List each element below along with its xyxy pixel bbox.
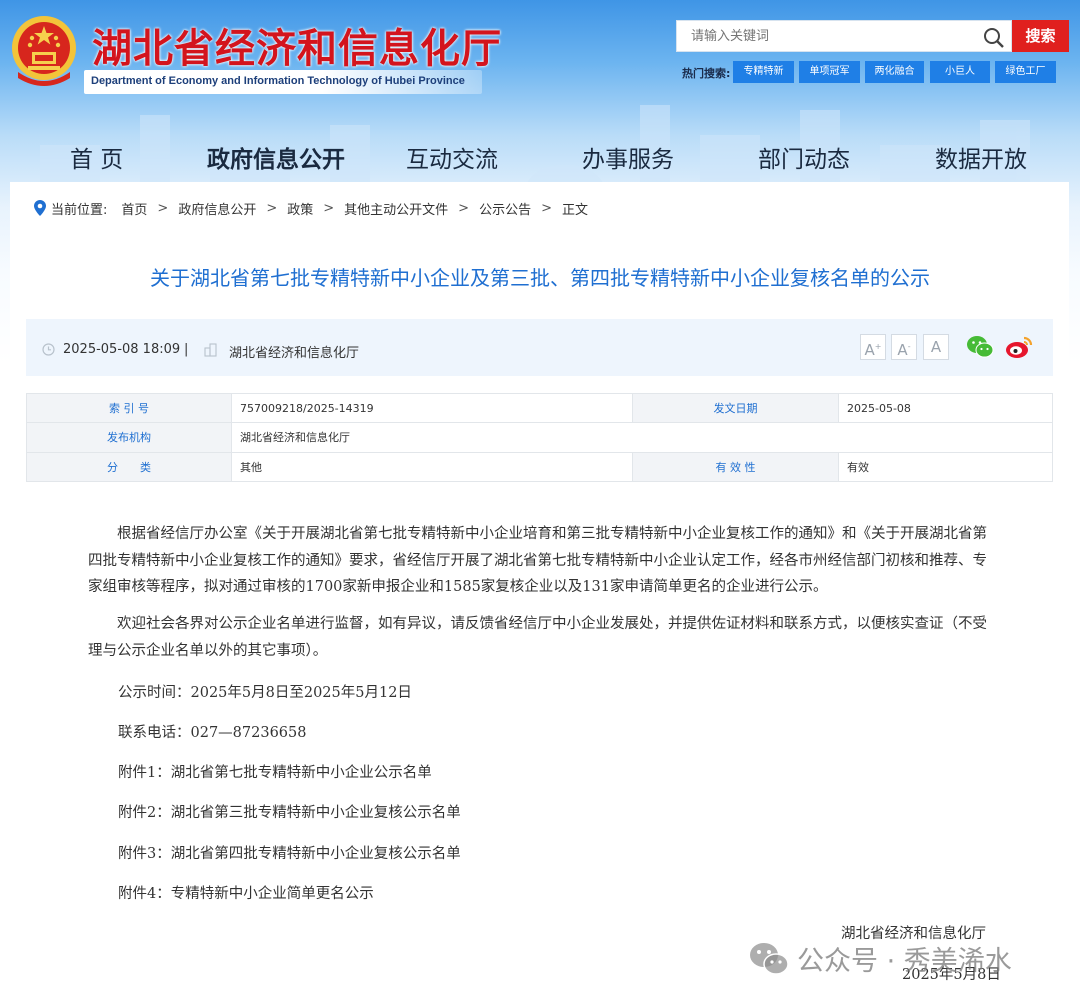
org-label: 发布机构	[26, 422, 232, 453]
breadcrumb-separator: >	[323, 200, 335, 216]
publish-datetime: 2025-05-08 18:09	[63, 342, 181, 357]
hot-tag[interactable]: 绿色工厂	[995, 61, 1056, 83]
table-row: 索 引 号 757009218/2025-14319 发文日期 2025-05-…	[26, 392, 1053, 424]
index-value: 757009218/2025-14319	[231, 392, 633, 424]
date-label: 发文日期	[632, 392, 839, 424]
nav-item-services[interactable]: 办事服务	[582, 140, 674, 174]
document-info-table: 索 引 号 757009218/2025-14319 发文日期 2025-05-…	[26, 392, 1053, 482]
wechat-icon[interactable]	[966, 335, 994, 359]
attachment-link[interactable]: 附件1：湖北省第七批专精特新中小企业公示名单	[118, 761, 432, 782]
watermark: 公众号 · 秀美浠水	[749, 939, 1012, 978]
font-button-letter: A	[897, 341, 908, 359]
attachment-link[interactable]: 附件4：专精特新中小企业简单更名公示	[118, 882, 374, 903]
national-emblem-icon	[12, 16, 76, 86]
breadcrumb-separator: >	[541, 200, 552, 216]
source-org: 湖北省经济和信息化厅	[229, 346, 360, 361]
nav-item-open-data[interactable]: 数据开放	[935, 140, 1027, 174]
breadcrumb: 当前位置: 首页 > 政府信息公开 > 政策 > 其他主动公开文件 > 公示公告…	[34, 199, 589, 218]
breadcrumb-item[interactable]: 公示公告	[479, 199, 531, 218]
index-label: 索 引 号	[26, 392, 232, 424]
breadcrumb-separator: >	[266, 200, 278, 216]
search-icon[interactable]	[983, 27, 1005, 49]
category-value: 其他	[231, 451, 633, 482]
hot-tag[interactable]: 专精特新	[733, 61, 794, 83]
hot-search-label: 热门搜索:	[682, 67, 731, 80]
font-decrease-button[interactable]: A-	[891, 334, 917, 360]
hot-tag[interactable]: 单项冠军	[799, 61, 860, 83]
meta-divider: |	[184, 342, 189, 357]
site-title[interactable]: 湖北省经济和信息化厅	[92, 16, 502, 74]
location-pin-icon	[34, 200, 46, 216]
table-row: 分 类 其他 有 效 性 有效	[26, 451, 1053, 482]
wechat-watermark-icon	[750, 942, 789, 975]
font-button-mark: -	[907, 342, 911, 351]
breadcrumb-item[interactable]: 首页	[121, 199, 147, 218]
body-paragraph: 根据省经信厅办公室《关于开展湖北省第七批专精特新中小企业培育和第三批专精特新中小…	[88, 526, 987, 595]
font-button-mark: +	[874, 342, 882, 351]
article-title: 关于湖北省第七批专精特新中小企业及第三批、第四批专精特新中小企业复核名单的公示	[150, 266, 930, 290]
table-row: 发布机构 湖北省经济和信息化厅	[26, 422, 1053, 453]
nav-item-interaction[interactable]: 互动交流	[406, 140, 498, 174]
nav-item-gov-info[interactable]: 政府信息公开	[207, 140, 345, 174]
contact-phone: 联系电话：027—87236658	[118, 725, 307, 741]
breadcrumb-item[interactable]: 政策	[287, 199, 313, 218]
breadcrumb-separator: >	[458, 200, 470, 216]
site-subtitle: Department of Economy and Information Te…	[91, 75, 465, 87]
watermark-text: 公众号 · 秀美浠水	[797, 946, 1012, 977]
font-reset-button[interactable]: A	[923, 334, 949, 360]
breadcrumb-item[interactable]: 政府信息公开	[178, 199, 256, 218]
breadcrumb-separator: >	[157, 200, 169, 216]
font-button-letter: A	[930, 338, 942, 356]
search-input[interactable]	[691, 21, 971, 51]
font-button-letter: A	[864, 341, 875, 359]
validity-value: 有效	[838, 451, 1053, 482]
date-value: 2025-05-08	[838, 392, 1053, 424]
publicity-period: 公示时间：2025年5月8日至2025年5月12日	[118, 685, 412, 701]
clock-icon	[42, 343, 55, 356]
nav-item-home[interactable]: 首 页	[70, 140, 123, 174]
search-box	[676, 20, 1012, 52]
weibo-icon[interactable]	[1005, 335, 1033, 359]
breadcrumb-item[interactable]: 其他主动公开文件	[344, 199, 448, 218]
hot-tag[interactable]: 两化融合	[865, 61, 924, 83]
breadcrumb-item-current: 正文	[562, 202, 589, 218]
attachment-link[interactable]: 附件2：湖北省第三批专精特新中小企业复核公示名单	[118, 801, 461, 822]
validity-label: 有 效 性	[632, 451, 839, 482]
nav-item-news[interactable]: 部门动态	[758, 140, 850, 174]
body-paragraph: 欢迎社会各界对公示企业名单进行监督，如有异议，请反馈省经信厅中小企业发展处，并提…	[88, 616, 987, 659]
building-icon	[204, 343, 217, 357]
hot-tag[interactable]: 小巨人	[930, 61, 990, 83]
search-button[interactable]: 搜索	[1012, 20, 1069, 52]
breadcrumb-label: 当前位置:	[51, 202, 108, 218]
font-increase-button[interactable]: A+	[860, 334, 886, 360]
category-label: 分 类	[26, 451, 232, 482]
org-value: 湖北省经济和信息化厅	[231, 422, 1053, 453]
attachment-link[interactable]: 附件3：湖北省第四批专精特新中小企业复核公示名单	[118, 842, 461, 863]
